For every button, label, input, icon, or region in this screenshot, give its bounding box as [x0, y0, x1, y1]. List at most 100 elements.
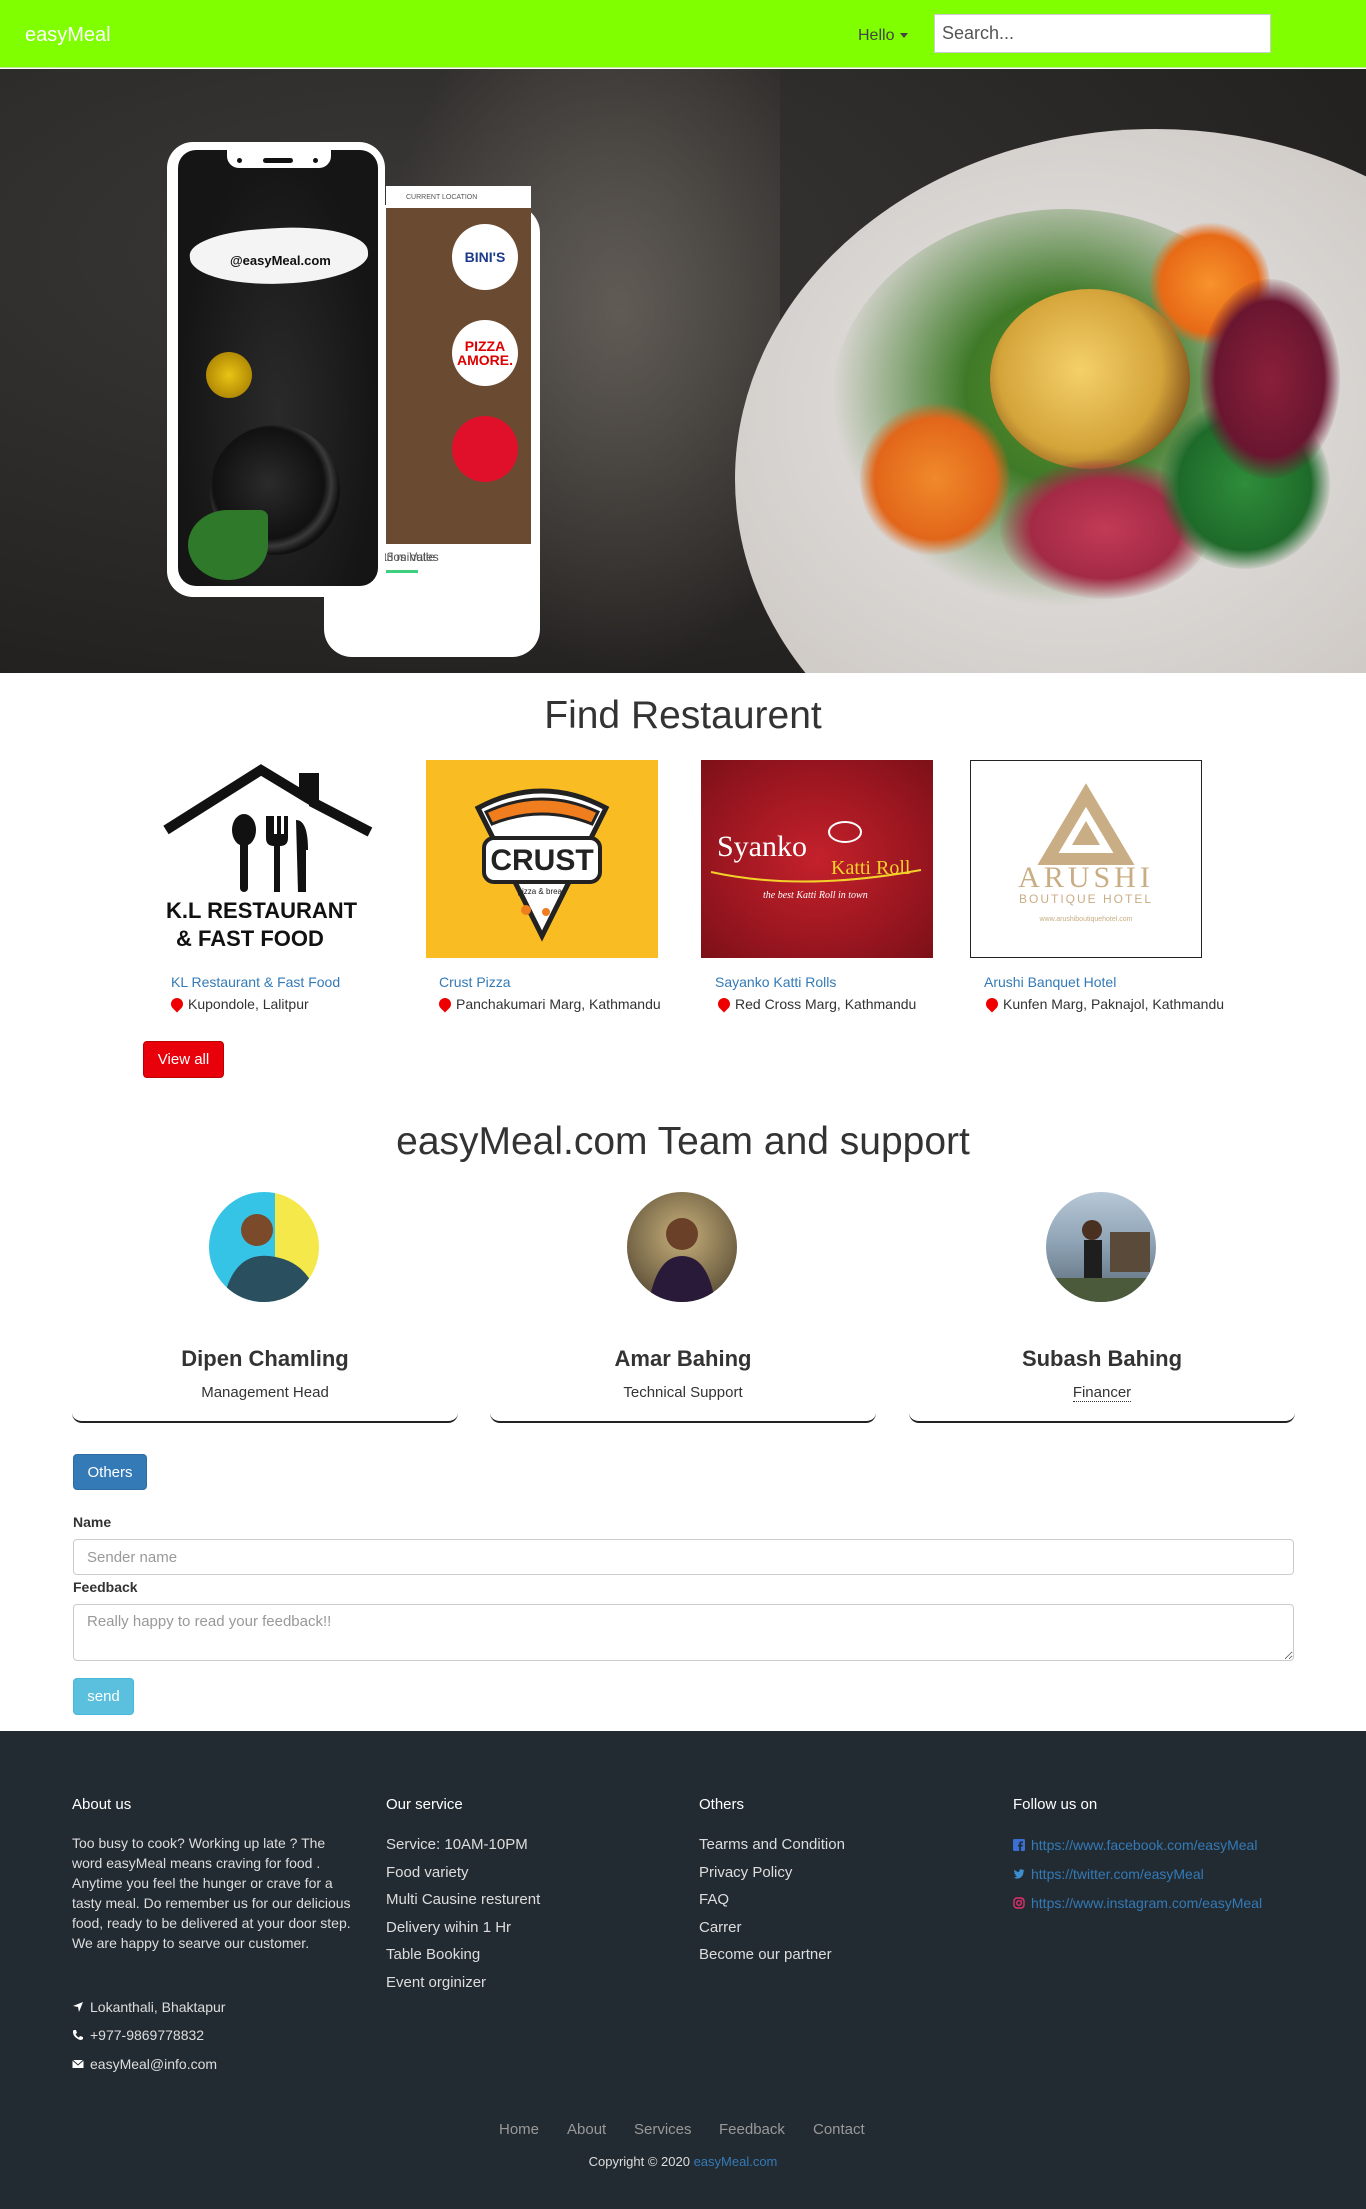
others-heading: Others	[699, 1796, 745, 1813]
restaurant-link-syanko[interactable]: Sayanko Katti Rolls	[715, 974, 836, 990]
team-card: Dipen Chamling Management Head	[72, 1192, 458, 1423]
team-member-name: Amar Bahing	[614, 1346, 752, 1371]
syanko-logo-icon: Syanko Katti Roll the best Katti Roll in…	[710, 821, 922, 901]
send-button[interactable]: send	[73, 1678, 134, 1715]
map-pin-icon	[715, 995, 733, 1013]
others-button[interactable]: Others	[73, 1454, 147, 1490]
svg-text:pizza & bread: pizza & bread	[518, 887, 567, 896]
feedback-label: Feedback	[73, 1579, 138, 1595]
about-us-heading: About us	[72, 1796, 132, 1813]
phone-handle-text: @easyMeal.com	[230, 253, 331, 268]
become-partner-link[interactable]: Become our partner	[699, 1946, 832, 1963]
svg-text:K.L RESTAURANT: K.L RESTAURANT	[166, 898, 358, 923]
map-pin-icon	[436, 995, 454, 1013]
map-pin-icon	[983, 995, 1001, 1013]
current-location-label: CURRENT LOCATION	[406, 194, 478, 201]
top-navbar: easyMeal Hello	[0, 0, 1366, 68]
restaurant-link-arushi[interactable]: Arushi Banquet Hotel	[984, 974, 1116, 990]
svg-text:& FAST FOOD: & FAST FOOD	[176, 926, 324, 951]
brand-logo[interactable]: easyMeal	[25, 24, 111, 47]
footer-about-link[interactable]: About	[567, 2121, 606, 2138]
svg-text:BOUTIQUE HOTEL: BOUTIQUE HOTEL	[1019, 892, 1153, 906]
basil-image	[188, 510, 268, 580]
twitter-icon	[1013, 1869, 1025, 1879]
kl-restaurant-logo-icon: K.L RESTAURANT & FAST FOOD	[163, 764, 373, 951]
binis-logo: BINI'S	[452, 224, 518, 290]
caret-down-icon	[900, 33, 909, 39]
terms-link[interactable]: Tearms and Condition	[699, 1836, 845, 1853]
copyright-link[interactable]: easyMeal.com	[694, 2154, 778, 2169]
instagram-icon	[1013, 1897, 1025, 1909]
restaurant-logo-crust[interactable]: CRUST pizza & bread	[426, 760, 658, 958]
svg-text:Syanko: Syanko	[717, 830, 807, 863]
name-label: Name	[73, 1514, 112, 1530]
hello-dropdown[interactable]: Hello	[858, 27, 909, 45]
service-item: Delivery wihin 1 Hr	[386, 1919, 512, 1936]
team-member-role: Technical Support	[623, 1384, 743, 1401]
footer-services-link[interactable]: Services	[634, 2121, 692, 2138]
sender-name-input[interactable]	[73, 1539, 1294, 1575]
svg-text:Katti Roll: Katti Roll	[831, 857, 911, 879]
team-member-role: Management Head	[201, 1384, 329, 1401]
view-all-button[interactable]: View all	[143, 1041, 224, 1078]
restaurant-logo-syanko[interactable]: Syanko Katti Roll the best Katti Roll in…	[701, 760, 933, 958]
footer-feedback-link[interactable]: Feedback	[719, 2121, 785, 2138]
twitter-item: https://twitter.com/easyMeal	[1013, 1866, 1204, 1883]
svg-text:www.arushiboutiquehotel.com: www.arushiboutiquehotel.com	[1039, 916, 1133, 923]
location-arrow-icon	[73, 2002, 83, 2012]
privacy-policy-link[interactable]: Privacy Policy	[699, 1864, 792, 1881]
restaurant-link-kl[interactable]: KL Restaurant & Fast Food	[171, 974, 340, 990]
olive-oil-image	[206, 352, 252, 398]
footer-home-link[interactable]: Home	[499, 2121, 539, 2138]
search-input[interactable]	[934, 14, 1271, 53]
svg-text:CRUST: CRUST	[490, 844, 593, 877]
instagram-link[interactable]: https://www.instagram.com/easyMeal	[1031, 1895, 1262, 1911]
arushi-logo-icon: ARUSHI BOUTIQUE HOTEL www.arushiboutique…	[1018, 783, 1154, 923]
hello-label: Hello	[858, 27, 895, 44]
restaurant-link-crust[interactable]: Crust Pizza	[439, 974, 511, 990]
avatar	[209, 1192, 319, 1302]
faq-link[interactable]: FAQ	[699, 1891, 729, 1908]
phone-item: +977-9869778832	[72, 2027, 204, 2043]
copyright: Copyright © 2020 easyMeal.com	[588, 2154, 778, 2169]
red-goat-logo	[452, 416, 518, 482]
service-item: Table Booking	[386, 1946, 481, 1963]
envelope-icon	[72, 2059, 84, 2068]
find-restaurant-title: Find Restaurent	[544, 694, 822, 737]
team-card: Amar Bahing Technical Support	[490, 1192, 876, 1423]
email-item: easyMeal@info.com	[72, 2056, 217, 2072]
restaurant-location: Kunfen Marg, Paknajol, Kathmandu	[983, 995, 1224, 1013]
restaurant-logo-arushi[interactable]: ARUSHI BOUTIQUE HOTEL www.arushiboutique…	[970, 760, 1202, 958]
avatar	[627, 1192, 737, 1302]
footer-contact-link[interactable]: Contact	[813, 2121, 865, 2138]
team-member-name: Dipen Chamling	[181, 1346, 349, 1371]
team-title: easyMeal.com Team and support	[396, 1120, 970, 1163]
facebook-item: https://www.facebook.com/easyMeal	[1013, 1837, 1257, 1854]
address-item: Lokanthali, Bhaktapur	[72, 1999, 225, 2015]
career-link[interactable]: Carrer	[699, 1919, 742, 1936]
svg-text:ARUSHI: ARUSHI	[1018, 861, 1154, 894]
svg-text:the best Katti Roll in town: the best Katti Roll in town	[763, 890, 868, 901]
phone-icon	[73, 2030, 83, 2040]
crust-pizza-logo-icon: CRUST pizza & bread	[474, 788, 610, 942]
twitter-link[interactable]: https://twitter.com/easyMeal	[1031, 1866, 1204, 1882]
facebook-icon	[1013, 1839, 1025, 1851]
team-member-role: Financer	[1072, 1384, 1132, 1402]
service-item: Service: 10AM-10PM	[386, 1836, 528, 1853]
map-pin-icon	[168, 995, 186, 1013]
facebook-link[interactable]: https://www.facebook.com/easyMeal	[1031, 1837, 1257, 1853]
feedback-textarea[interactable]	[73, 1604, 1294, 1661]
our-service-heading: Our service	[386, 1796, 463, 1813]
restaurant-logo-kl[interactable]: K.L RESTAURANT & FAST FOOD	[156, 760, 388, 958]
follow-us-heading: Follow us on	[1013, 1796, 1098, 1813]
restaurant-location: Red Cross Marg, Kathmandu	[715, 995, 916, 1013]
service-item: Food variety	[386, 1864, 469, 1881]
pizza-amore-logo: PIZZA AMORE.	[452, 320, 518, 386]
restaurant-location: Kupondole, Lalitpur	[168, 995, 309, 1013]
avatar	[1046, 1192, 1156, 1302]
team-member-name: Subash Bahing	[1021, 1346, 1183, 1371]
service-item: Multi Causine resturent	[386, 1891, 541, 1908]
restaurant-location: Panchakumari Marg, Kathmandu	[436, 995, 661, 1013]
about-us-text: Too busy to cook? Working up late ? The …	[72, 1835, 351, 1951]
phone-minutes: 23 minutes	[380, 550, 439, 564]
